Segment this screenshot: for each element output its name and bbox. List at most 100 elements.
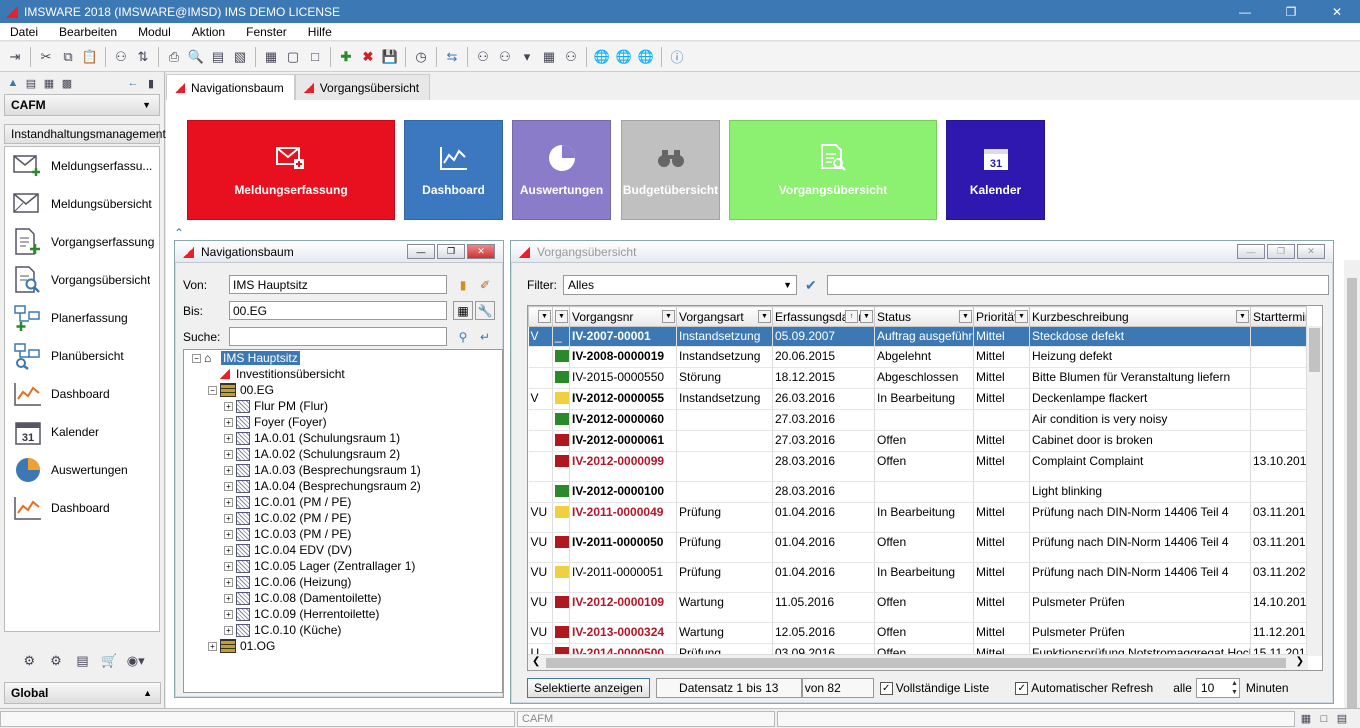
expand-icon[interactable]: +	[224, 577, 233, 587]
window-close-button[interactable]: ✕	[467, 244, 495, 259]
sidebar-item-document-search[interactable]: Vorgangsübersicht	[5, 261, 159, 299]
table-row[interactable]: IV-2012-0000100 28.03.2016 Light blinking	[528, 481, 1307, 503]
tree-node[interactable]: +1C.0.06 (Heizung)	[184, 574, 502, 590]
help-icon[interactable]: ⓘ	[666, 46, 688, 68]
menu-bearbeiten[interactable]: Bearbeiten	[49, 25, 128, 39]
tree-node[interactable]: +1C.0.08 (Damentoilette)	[184, 590, 502, 606]
table-row[interactable]: VU IV-2011-0000050 Prüfung 01.04.2016 Offen M…	[528, 532, 1307, 563]
tree-node[interactable]: +1C.0.05 Lager (Zentrallager 1)	[184, 558, 502, 574]
print-preview-icon[interactable]: 🔍	[185, 46, 207, 68]
calendar-pick-icon[interactable]: ▦	[453, 301, 473, 320]
expand-icon[interactable]: +	[224, 401, 233, 411]
expand-icon[interactable]: +	[224, 625, 233, 635]
collapse-icon[interactable]: −	[192, 353, 201, 363]
tile-auswertungen[interactable]: Auswertungen	[512, 120, 611, 220]
tree-node[interactable]: +1C.0.09 (Herrentoilette)	[184, 606, 502, 622]
table-row[interactable]: VU IV-2011-0000051 Prüfung 01.04.2016 In Bea…	[528, 562, 1307, 593]
window-restore-button[interactable]: ❐	[437, 244, 465, 259]
section-instandhaltung[interactable]: Instandhaltungsmanagement	[4, 124, 166, 144]
tree-node[interactable]: +1C.0.03 (PM / PE)	[184, 526, 502, 542]
globe-search-icon[interactable]: 🌐	[635, 46, 657, 68]
menu-datei[interactable]: Datei	[0, 25, 49, 39]
apply-filter-icon[interactable]: ✔	[805, 277, 817, 294]
sidebar-item-pie[interactable]: Auswertungen	[5, 451, 159, 489]
full-list-checkbox[interactable]: ✓ Vollständige Liste	[879, 681, 989, 695]
cart-icon[interactable]: 🛒	[98, 650, 120, 672]
expand-icon[interactable]: +	[208, 641, 217, 651]
expand-icon[interactable]: +	[224, 497, 233, 507]
column-header[interactable]: Kurzbeschreibung ▼	[1029, 306, 1251, 327]
sidebar-item-mail[interactable]: Meldungsübersicht	[5, 185, 159, 223]
scroll-right-icon[interactable]: ❯	[1296, 656, 1304, 667]
tile-kalender[interactable]: 31 Kalender	[946, 120, 1045, 220]
expand-icon[interactable]: +	[224, 545, 233, 555]
gears-icon[interactable]: ⚙	[18, 650, 40, 672]
grid-horizontal-scrollbar[interactable]: ❮ ❯	[528, 654, 1308, 670]
sort-icon[interactable]: ⇅	[132, 46, 154, 68]
status-list-icon[interactable]: ▤	[1333, 708, 1351, 728]
print-icon[interactable]: ⎙	[163, 46, 185, 68]
table-row[interactable]: IV-2012-0000099 28.03.2016 Offen Mittel Comp…	[528, 451, 1307, 482]
menu-hilfe[interactable]: Hilfe	[298, 25, 343, 39]
magnifier-icon[interactable]: ⚲	[453, 327, 473, 346]
list-view-icon[interactable]: ▤	[22, 74, 40, 92]
column-filter-icon[interactable]: ▼	[860, 310, 873, 323]
sidebar-item-chart[interactable]: Dashboard	[5, 489, 159, 527]
column-header[interactable]: Starttermin	[1250, 306, 1307, 327]
brush-icon[interactable]: ✐	[475, 275, 495, 294]
expand-icon[interactable]: +	[224, 481, 233, 491]
tree-node[interactable]: +1A.0.03 (Besprechungsraum 1)	[184, 462, 502, 478]
search-grid-icon[interactable]: ⚇	[560, 46, 582, 68]
tree-node[interactable]: +1A.0.01 (Schulungsraum 1)	[184, 430, 502, 446]
column-header[interactable]: Status ▼	[874, 306, 974, 327]
column-header[interactable]: Erfassungsdatum ↑ ▼	[772, 306, 875, 327]
enter-icon[interactable]: ↵	[475, 327, 495, 346]
spinner-arrows-icon[interactable]: ▲ ▼	[1231, 679, 1238, 697]
window-restore-button[interactable]: ❐	[1267, 244, 1295, 259]
window-minimize-button[interactable]: —	[1237, 244, 1265, 259]
scroll-left-icon[interactable]: ❮	[532, 656, 540, 667]
grid-icon[interactable]: ▦	[538, 46, 560, 68]
tile-dashboard[interactable]: Dashboard	[404, 120, 503, 220]
add-icon[interactable]: ✚	[335, 46, 357, 68]
expand-icon[interactable]: +	[224, 513, 233, 523]
tree-node[interactable]: +1C.0.02 (PM / PE)	[184, 510, 502, 526]
binoculars-icon[interactable]: ⚇	[110, 46, 132, 68]
expand-icon[interactable]: +	[224, 433, 233, 443]
tree-node[interactable]: − ⌂ IMS Hauptsitz	[184, 350, 502, 366]
pin-icon[interactable]: ▲	[4, 74, 22, 92]
column-filter-icon[interactable]: ▼	[959, 310, 972, 323]
expand-icon[interactable]: +	[224, 529, 233, 539]
gear-icon[interactable]: ⚙	[45, 650, 67, 672]
report-icon[interactable]: ▤	[71, 650, 93, 672]
layout-icon[interactable]: ▩	[58, 74, 76, 92]
tree-node[interactable]: +1C.0.04 EDV (DV)	[184, 542, 502, 558]
column-header[interactable]: ▼	[552, 306, 570, 327]
column-filter-icon[interactable]: ▼	[1015, 310, 1028, 323]
sidebar-item-plan-add[interactable]: Planerfassung	[5, 299, 159, 337]
menu-modul[interactable]: Modul	[128, 25, 182, 39]
collapse-chevron-icon[interactable]: ⌃	[174, 226, 184, 240]
detail-view-icon[interactable]: ▦	[40, 74, 58, 92]
tile-budgetuebersicht[interactable]: Budgetübersicht	[621, 120, 720, 220]
table-row[interactable]: IV-2015-0000550 Störung 18.12.2015 Abgeschl…	[528, 367, 1307, 389]
search-icon[interactable]: ⚇	[472, 46, 494, 68]
tree-node[interactable]: + Foyer (Foyer)	[184, 414, 502, 430]
tree-node[interactable]: +1C.0.01 (PM / PE)	[184, 494, 502, 510]
globe-settings-icon[interactable]: 🌐	[613, 46, 635, 68]
edit-document-icon[interactable]: ▢	[282, 46, 304, 68]
expand-icon[interactable]: +	[224, 609, 233, 619]
search-input[interactable]	[229, 327, 447, 346]
export-icon[interactable]: ▤	[207, 46, 229, 68]
table-row[interactable]: V _ IV-2007-00001 Instandsetzung 05.09.2007 A…	[528, 326, 1307, 347]
filter-icon[interactable]: ▾	[516, 46, 538, 68]
tab-navigationsbaum[interactable]: Navigationsbaum	[166, 74, 295, 100]
grid-vertical-scrollbar[interactable]	[1306, 326, 1322, 656]
sidebar-item-chart[interactable]: Dashboard	[5, 375, 159, 413]
document-settings-icon[interactable]: □	[304, 46, 326, 68]
back-arrow-icon[interactable]: ←	[124, 74, 142, 92]
sidebar-item-plan-search[interactable]: Planübersicht	[5, 337, 159, 375]
wrench-icon[interactable]: 🔧	[475, 301, 495, 320]
close-button[interactable]: ✕	[1314, 0, 1360, 23]
exit-icon[interactable]: ⇥	[4, 46, 26, 68]
